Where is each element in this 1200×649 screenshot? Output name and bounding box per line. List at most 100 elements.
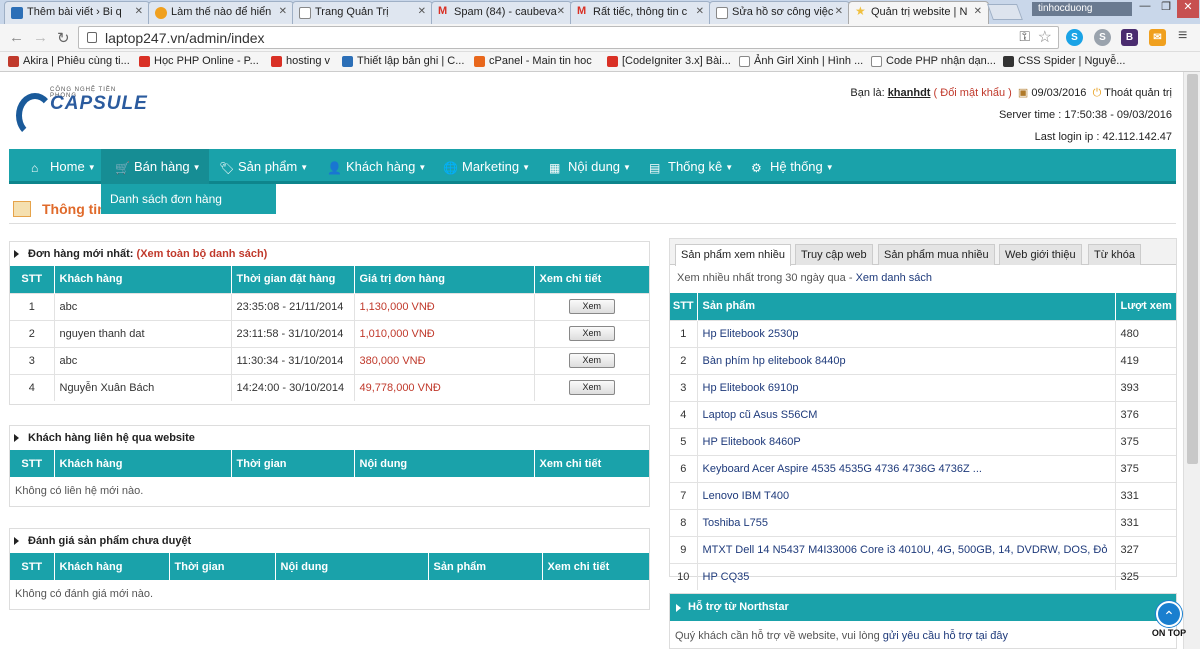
empty-message: Không có đánh giá mới nào. <box>15 588 154 600</box>
close-window-icon[interactable]: ✕ <box>1177 0 1199 18</box>
nav-marketing[interactable]: 🌐 Marketing ▼ <box>443 149 543 184</box>
bookmark-item[interactable]: Akira | Phiêu cùng ti... <box>8 55 130 67</box>
minimize-icon[interactable]: — <box>1135 0 1155 18</box>
tab-web-traffic[interactable]: Truy cập web <box>795 244 873 265</box>
greeting-label: Bạn là: <box>850 87 885 99</box>
browser-tab[interactable]: Sửa hồ sơ công việc ✕ <box>709 1 850 24</box>
username-link[interactable]: khanhdt <box>888 87 931 99</box>
bookmark-item[interactable]: Ảnh Girl Xinh | Hình ... <box>739 55 863 67</box>
cell-product-name[interactable]: Lenovo IBM T400 <box>697 481 1116 509</box>
cell-customer: Nguyễn Xuân Bách <box>54 373 232 401</box>
site-logo[interactable]: CÔNG NGHỆ TIỀN PHONG CAPSULE <box>16 81 147 143</box>
column-header: Xem chi tiết <box>534 266 649 293</box>
bookmark-star-icon[interactable]: ☆ <box>1038 27 1052 47</box>
maximize-icon[interactable]: ❐ <box>1156 0 1176 18</box>
cell-product-name[interactable]: HP Elitebook 8460P <box>697 427 1116 455</box>
tab-most-viewed[interactable]: Sản phẩm xem nhiều <box>675 244 791 266</box>
bookmark-ext-icon[interactable]: ✉ <box>1149 29 1166 46</box>
skype-gray-icon[interactable]: S <box>1094 29 1111 46</box>
skype-icon[interactable]: S <box>1066 29 1083 46</box>
cell-product-name[interactable]: Hp Elitebook 2530p <box>697 319 1116 347</box>
close-icon[interactable]: ✕ <box>696 6 704 17</box>
bookmark-item[interactable]: CSS Spider | Nguyễ... <box>1003 55 1125 67</box>
profile-button[interactable]: tinhocduong <box>1032 2 1132 16</box>
close-icon[interactable]: ✕ <box>974 6 982 17</box>
cell-views: 375 <box>1115 427 1176 455</box>
on-top-button[interactable]: ⌃ ON TOP <box>1149 601 1189 641</box>
nav-noi-dung[interactable]: ▦ Nội dung ▼ <box>549 149 644 184</box>
cell-product-name[interactable]: Laptop cũ Asus S56CM <box>697 400 1116 428</box>
column-header: Thời gian <box>169 553 276 580</box>
cell-value: 1,010,000 VNĐ <box>354 319 535 347</box>
view-list-link[interactable]: Xem danh sách <box>856 272 932 284</box>
browser-tab[interactable]: M Spam (84) - caubeva ✕ <box>431 1 572 24</box>
browser-tab-active[interactable]: ★ Quản trị website | N ✕ <box>848 1 989 24</box>
cell-product-name[interactable]: Hp Elitebook 6910p <box>697 373 1116 401</box>
table-row: 6 Keyboard Acer Aspire 4535 4535G 4736 47… <box>670 454 1176 482</box>
view-order-button[interactable]: Xem <box>568 299 615 314</box>
change-password-link[interactable]: ( Đổi mật khẩu ) <box>934 87 1012 99</box>
close-icon[interactable]: ✕ <box>418 6 426 17</box>
view-order-button[interactable]: Xem <box>568 353 615 368</box>
cell-product-name[interactable]: MTXT Dell 14 N5437 M4I33006 Core i3 4010… <box>697 535 1116 563</box>
tab-title: Spam (84) - caubeva <box>454 6 557 18</box>
contacts-table: STT Khách hàng Thời gian Nội dung Xem ch… <box>10 450 649 477</box>
browser-tab[interactable]: Thêm bài viết › Bi q ✕ <box>4 1 150 24</box>
edit-icon <box>13 201 31 217</box>
key-icon[interactable]: ⚿ <box>1019 28 1030 45</box>
view-order-button[interactable]: Xem <box>568 326 615 341</box>
tab-most-bought[interactable]: Sản phẩm mua nhiều <box>878 244 995 265</box>
home-icon: ⌂ <box>31 161 39 175</box>
close-icon[interactable]: ✕ <box>835 6 843 17</box>
view-order-button[interactable]: Xem <box>568 380 615 396</box>
new-tab-button[interactable] <box>987 4 1023 20</box>
bookmark-favicon-icon <box>139 56 150 67</box>
back-icon[interactable]: ← <box>9 29 24 46</box>
cell-time: 14:24:00 - 30/10/2014 <box>231 373 355 401</box>
address-bar[interactable]: laptop247.vn/admin/index ⚿ ☆ <box>78 26 1059 49</box>
dropdown-item-order-list[interactable]: Danh sách đơn hàng <box>101 184 276 214</box>
nav-khach-hang[interactable]: 👤 Khách hàng ▼ <box>327 149 437 184</box>
nav-he-thong[interactable]: ⚙ Hệ thống ▼ <box>751 149 849 184</box>
bookmark-item[interactable]: Thiết lập bản ghi | C... <box>342 55 464 67</box>
forward-icon[interactable]: → <box>33 29 48 46</box>
content-icon: ▦ <box>549 161 561 175</box>
close-icon[interactable]: ✕ <box>279 6 287 17</box>
cell-product-name[interactable]: HP CQ35 <box>697 562 1116 590</box>
bookmark-item[interactable]: cPanel - Main tin hoc <box>474 55 592 67</box>
menu-icon[interactable]: ≡ <box>1178 27 1187 45</box>
close-icon[interactable]: ✕ <box>557 6 565 17</box>
tab-referrers[interactable]: Web giới thiệu <box>999 244 1082 265</box>
browser-tab[interactable]: Trang Quản Trị ✕ <box>292 1 433 24</box>
page-scrollbar[interactable] <box>1183 72 1200 649</box>
user-icon: 👤 <box>327 161 342 175</box>
nav-thong-ke[interactable]: ▤ Thống kê ▼ <box>649 149 747 184</box>
cell-views: 325 <box>1115 562 1176 590</box>
cell-stt: 1 <box>10 292 55 320</box>
browser-tab[interactable]: M Rất tiếc, thông tin c ✕ <box>570 1 711 24</box>
close-icon[interactable]: ✕ <box>135 6 143 17</box>
tab-keywords[interactable]: Từ khóa <box>1088 244 1141 265</box>
reload-icon[interactable]: ↻ <box>57 29 70 47</box>
scrollbar-thumb[interactable] <box>1187 74 1198 464</box>
nav-home[interactable]: ⌂ Home ▼ <box>9 149 101 184</box>
browser-tab[interactable]: Làm thế nào để hiển ✕ <box>148 1 294 24</box>
nav-san-pham[interactable]: 🏷 Sản phẩm ▼ <box>219 149 322 184</box>
support-request-link[interactable]: gửi yêu cầu hỗ trợ tại đây <box>883 630 1008 642</box>
tab-title: Rất tiếc, thông tin c <box>593 6 688 18</box>
b-extension-icon[interactable]: B <box>1121 29 1138 46</box>
bookmark-item[interactable]: hosting v <box>271 55 330 67</box>
cell-product-name[interactable]: Toshiba L755 <box>697 508 1116 536</box>
cell-views: 480 <box>1115 319 1176 347</box>
arrow-up-icon: ⌃ <box>1156 601 1182 627</box>
caret-down-icon: ▼ <box>725 163 734 172</box>
bookmark-item[interactable]: [CodeIgniter 3.x] Bài... <box>607 55 731 67</box>
logout-link[interactable]: Thoát quản trị <box>1104 87 1172 99</box>
nav-ban-hang[interactable]: 🛒 Bán hàng ▼ <box>101 149 209 184</box>
cell-product-name[interactable]: Bàn phím hp elitebook 8440p <box>697 346 1116 374</box>
cell-product-name[interactable]: Keyboard Acer Aspire 4535 4535G 4736 473… <box>697 454 1116 482</box>
bookmark-item[interactable]: Code PHP nhận dạn... <box>871 55 996 67</box>
bookmark-item[interactable]: Học PHP Online - P... <box>139 55 259 67</box>
cell-customer: nguyen thanh dat <box>54 319 232 347</box>
view-all-orders-link[interactable]: (Xem toàn bộ danh sách) <box>137 248 268 260</box>
